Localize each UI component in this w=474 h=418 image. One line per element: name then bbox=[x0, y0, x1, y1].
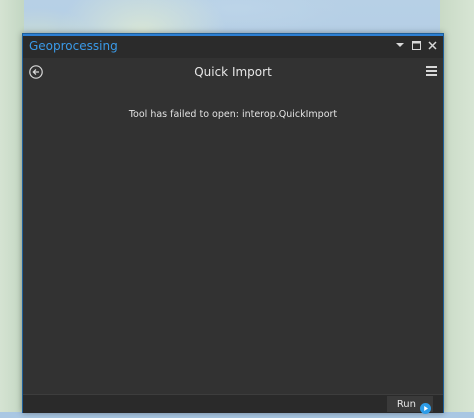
tool-title: Quick Import bbox=[194, 65, 272, 79]
maximize-icon[interactable] bbox=[411, 39, 421, 51]
error-message: Tool has failed to open: interop.QuickIm… bbox=[128, 109, 338, 120]
hamburger-menu-icon[interactable] bbox=[426, 66, 437, 76]
pane-footer: Run bbox=[23, 394, 443, 414]
tool-header: Quick Import bbox=[23, 58, 443, 86]
run-button-label: Run bbox=[396, 398, 416, 410]
close-icon[interactable] bbox=[427, 39, 437, 51]
run-play-circle-icon bbox=[420, 399, 431, 414]
run-button[interactable]: Run bbox=[387, 396, 433, 414]
dropdown-icon[interactable] bbox=[395, 39, 405, 51]
window-controls bbox=[395, 39, 437, 51]
geoprocessing-pane: Geoprocessing Quick Import Tool has fail… bbox=[22, 33, 444, 414]
pane-title-bar[interactable]: Geoprocessing bbox=[23, 34, 443, 58]
pane-title: Geoprocessing bbox=[29, 39, 118, 53]
